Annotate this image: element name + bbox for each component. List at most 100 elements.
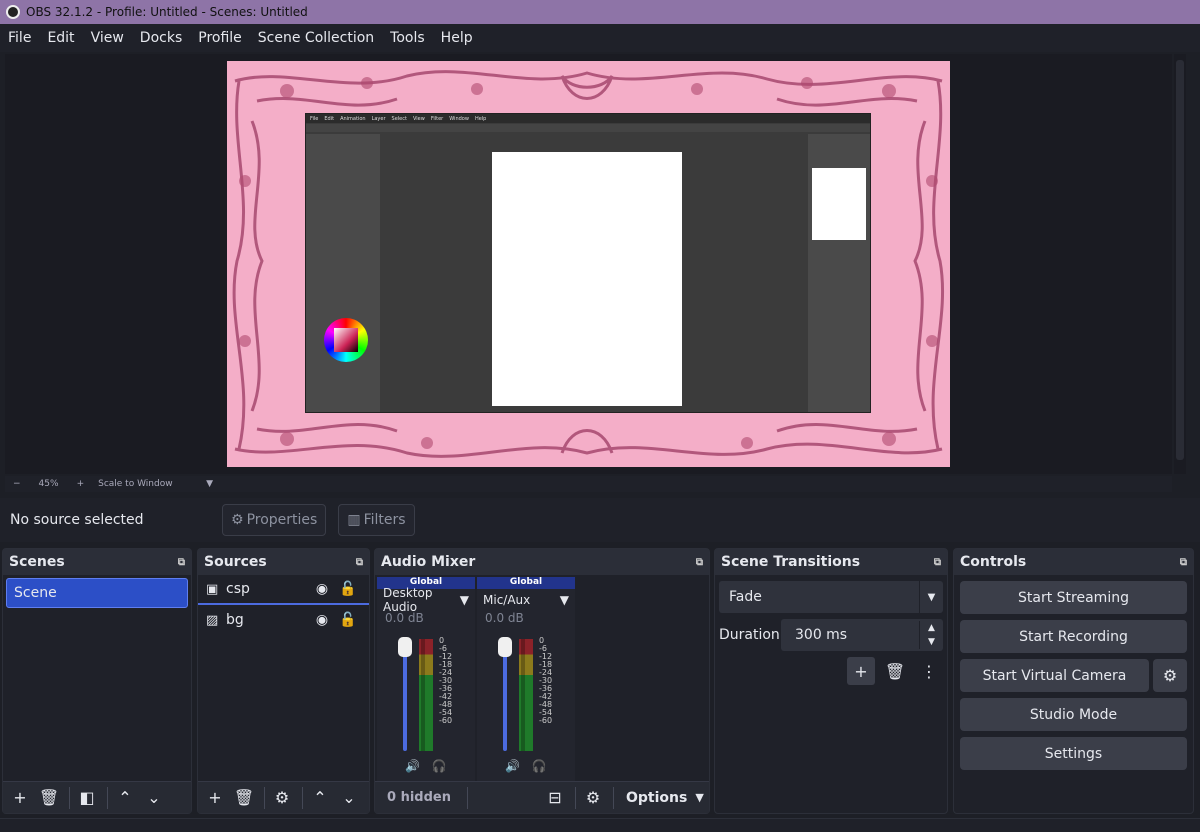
hidden-count[interactable]: 0 hidden bbox=[387, 790, 457, 805]
properties-button[interactable]: ⚙ Properties bbox=[222, 504, 327, 536]
sources-dock: Sources ⧉ ▣ csp ◉ 🔓 ▨ bg ◉ 🔓 + 🗑 ⚙ ⌃ ⌄ bbox=[197, 548, 370, 814]
scenes-header: Scenes ⧉ bbox=[3, 549, 191, 575]
channel-name[interactable]: Mic/Aux ▼ bbox=[477, 589, 575, 611]
chevron-down-icon[interactable]: ▼ bbox=[560, 593, 569, 607]
start-virtual-camera-button[interactable]: Start Virtual Camera bbox=[960, 659, 1149, 692]
menu-edit[interactable]: Edit bbox=[47, 30, 74, 46]
start-recording-button[interactable]: Start Recording bbox=[960, 620, 1187, 653]
source-name: bg bbox=[226, 612, 244, 628]
captured-menu-item: Select bbox=[391, 115, 407, 122]
virtual-camera-settings-gear-icon[interactable]: ⚙ bbox=[1153, 659, 1187, 692]
program-canvas[interactable]: File Edit Animation Layer Select View Fi… bbox=[227, 61, 950, 467]
speaker-icon[interactable]: 🔊 bbox=[505, 759, 520, 773]
headphones-monitor-icon[interactable]: 🎧 bbox=[432, 759, 447, 773]
add-scene-icon[interactable]: + bbox=[7, 785, 33, 811]
scene-filters-icon[interactable]: ◧ bbox=[74, 785, 100, 811]
eye-icon[interactable]: ◉ bbox=[309, 581, 335, 597]
channel-name[interactable]: Desktop Audio ▼ bbox=[377, 586, 475, 614]
add-transition-icon[interactable]: + bbox=[847, 657, 875, 685]
headphones-monitor-icon[interactable]: 🎧 bbox=[532, 759, 547, 773]
undock-icon[interactable]: ⧉ bbox=[1180, 557, 1187, 568]
menu-scene-collection[interactable]: Scene Collection bbox=[258, 30, 374, 46]
captured-layer-panel bbox=[808, 134, 870, 412]
captured-menu-item: Filter bbox=[430, 115, 444, 122]
source-item-bg[interactable]: ▨ bg ◉ 🔓 bbox=[198, 605, 369, 635]
options-button[interactable]: Options bbox=[626, 790, 687, 806]
trash-icon[interactable]: 🗑 bbox=[36, 785, 62, 811]
menu-view[interactable]: View bbox=[91, 30, 124, 46]
zoom-in-button[interactable]: + bbox=[77, 479, 85, 489]
captured-app-menu: File Edit Animation Layer Select View Fi… bbox=[306, 114, 870, 123]
move-up-icon[interactable]: ⌃ bbox=[307, 785, 333, 811]
move-down-icon[interactable]: ⌄ bbox=[336, 785, 362, 811]
menu-tools[interactable]: Tools bbox=[390, 30, 425, 46]
volume-slider-handle[interactable] bbox=[498, 637, 512, 657]
controls-header: Controls ⧉ bbox=[954, 549, 1193, 575]
trash-icon[interactable]: 🗑 bbox=[881, 657, 909, 685]
gear-icon: ⚙ bbox=[231, 512, 244, 528]
controls-dock: Controls ⧉ Start Streaming Start Recordi… bbox=[953, 548, 1194, 814]
spinbox-arrows[interactable]: ▲ ▼ bbox=[919, 621, 943, 649]
divider bbox=[575, 786, 576, 809]
lock-icon[interactable]: 🔓 bbox=[335, 612, 361, 628]
scrollbar-thumb[interactable] bbox=[1176, 60, 1184, 460]
duration-spinbox[interactable]: 300 ms ▲ ▼ bbox=[781, 619, 943, 651]
trash-icon[interactable]: 🗑 bbox=[231, 785, 257, 811]
volume-slider-track[interactable] bbox=[503, 641, 507, 751]
volume-slider-handle[interactable] bbox=[398, 637, 412, 657]
move-down-icon[interactable]: ⌄ bbox=[141, 785, 167, 811]
color-wheel-icon bbox=[324, 318, 368, 362]
source-name: csp bbox=[226, 581, 250, 597]
transition-select[interactable]: Fade ▼ bbox=[719, 581, 943, 613]
captured-paint-window: File Edit Animation Layer Select View Fi… bbox=[305, 113, 871, 413]
undock-icon[interactable]: ⧉ bbox=[934, 557, 941, 568]
level-meter-divider bbox=[521, 639, 525, 751]
undock-icon[interactable]: ⧉ bbox=[178, 557, 185, 568]
settings-button[interactable]: Settings bbox=[960, 737, 1187, 770]
speaker-icon[interactable]: 🔊 bbox=[405, 759, 420, 773]
menu-docks[interactable]: Docks bbox=[140, 30, 182, 46]
lock-icon[interactable]: 🔓 bbox=[335, 581, 361, 597]
filters-button[interactable]: ▥ Filters bbox=[338, 504, 415, 536]
duration-row: Duration 300 ms ▲ ▼ bbox=[719, 619, 943, 651]
chevron-down-icon[interactable]: ▼ bbox=[695, 791, 703, 804]
source-item-csp[interactable]: ▣ csp ◉ 🔓 bbox=[198, 575, 369, 605]
start-streaming-button[interactable]: Start Streaming bbox=[960, 581, 1187, 614]
audio-mixer-footer: 0 hidden ⊟ ⚙ Options ▼ bbox=[375, 781, 709, 813]
filter-icon: ▥ bbox=[347, 512, 361, 528]
captured-tool-panel bbox=[306, 134, 380, 412]
menu-help[interactable]: Help bbox=[441, 30, 473, 46]
more-vertical-icon[interactable]: ⋮ bbox=[915, 657, 943, 685]
undock-icon[interactable]: ⧉ bbox=[356, 557, 363, 568]
chevron-down-icon[interactable]: ▼ bbox=[460, 593, 469, 607]
chevron-down-icon[interactable]: ▼ bbox=[206, 479, 213, 489]
captured-menu-item: Help bbox=[474, 115, 487, 122]
undock-icon[interactable]: ⧉ bbox=[696, 557, 703, 568]
transition-value: Fade bbox=[729, 589, 762, 605]
menu-profile[interactable]: Profile bbox=[198, 30, 242, 46]
move-up-icon[interactable]: ⌃ bbox=[112, 785, 138, 811]
chevron-down-icon[interactable]: ▼ bbox=[919, 581, 943, 613]
mixer-channel-mic-aux: Global Mic/Aux ▼ 0.0 dB 0 -6 -12 -18 -24… bbox=[477, 577, 575, 781]
volume-slider-track[interactable] bbox=[403, 641, 407, 751]
scene-transitions-title: Scene Transitions bbox=[721, 554, 861, 570]
studio-mode-button[interactable]: Studio Mode bbox=[960, 698, 1187, 731]
global-badge: Global bbox=[477, 577, 575, 589]
scale-mode-select[interactable]: Scale to Window bbox=[98, 479, 198, 489]
preview-scrollbar[interactable] bbox=[1174, 54, 1186, 474]
gear-icon[interactable]: ⚙ bbox=[269, 785, 295, 811]
duration-value: 300 ms bbox=[795, 627, 848, 643]
preview-zoom-bar: − 45% + Scale to Window ▼ bbox=[5, 476, 1172, 492]
advanced-audio-icon[interactable]: ⚙ bbox=[580, 785, 606, 811]
eye-icon[interactable]: ◉ bbox=[309, 612, 335, 628]
transition-buttons: + 🗑 ⋮ bbox=[719, 657, 943, 685]
sources-footer: + 🗑 ⚙ ⌃ ⌄ bbox=[198, 781, 369, 813]
scene-list-item[interactable]: Scene bbox=[6, 578, 188, 608]
add-source-icon[interactable]: + bbox=[202, 785, 228, 811]
no-source-label: No source selected bbox=[10, 512, 144, 528]
layout-toggle-icon[interactable]: ⊟ bbox=[542, 785, 568, 811]
sources-header: Sources ⧉ bbox=[198, 549, 369, 575]
divider bbox=[467, 786, 468, 809]
menu-file[interactable]: File bbox=[8, 30, 31, 46]
zoom-out-button[interactable]: − bbox=[13, 479, 21, 489]
